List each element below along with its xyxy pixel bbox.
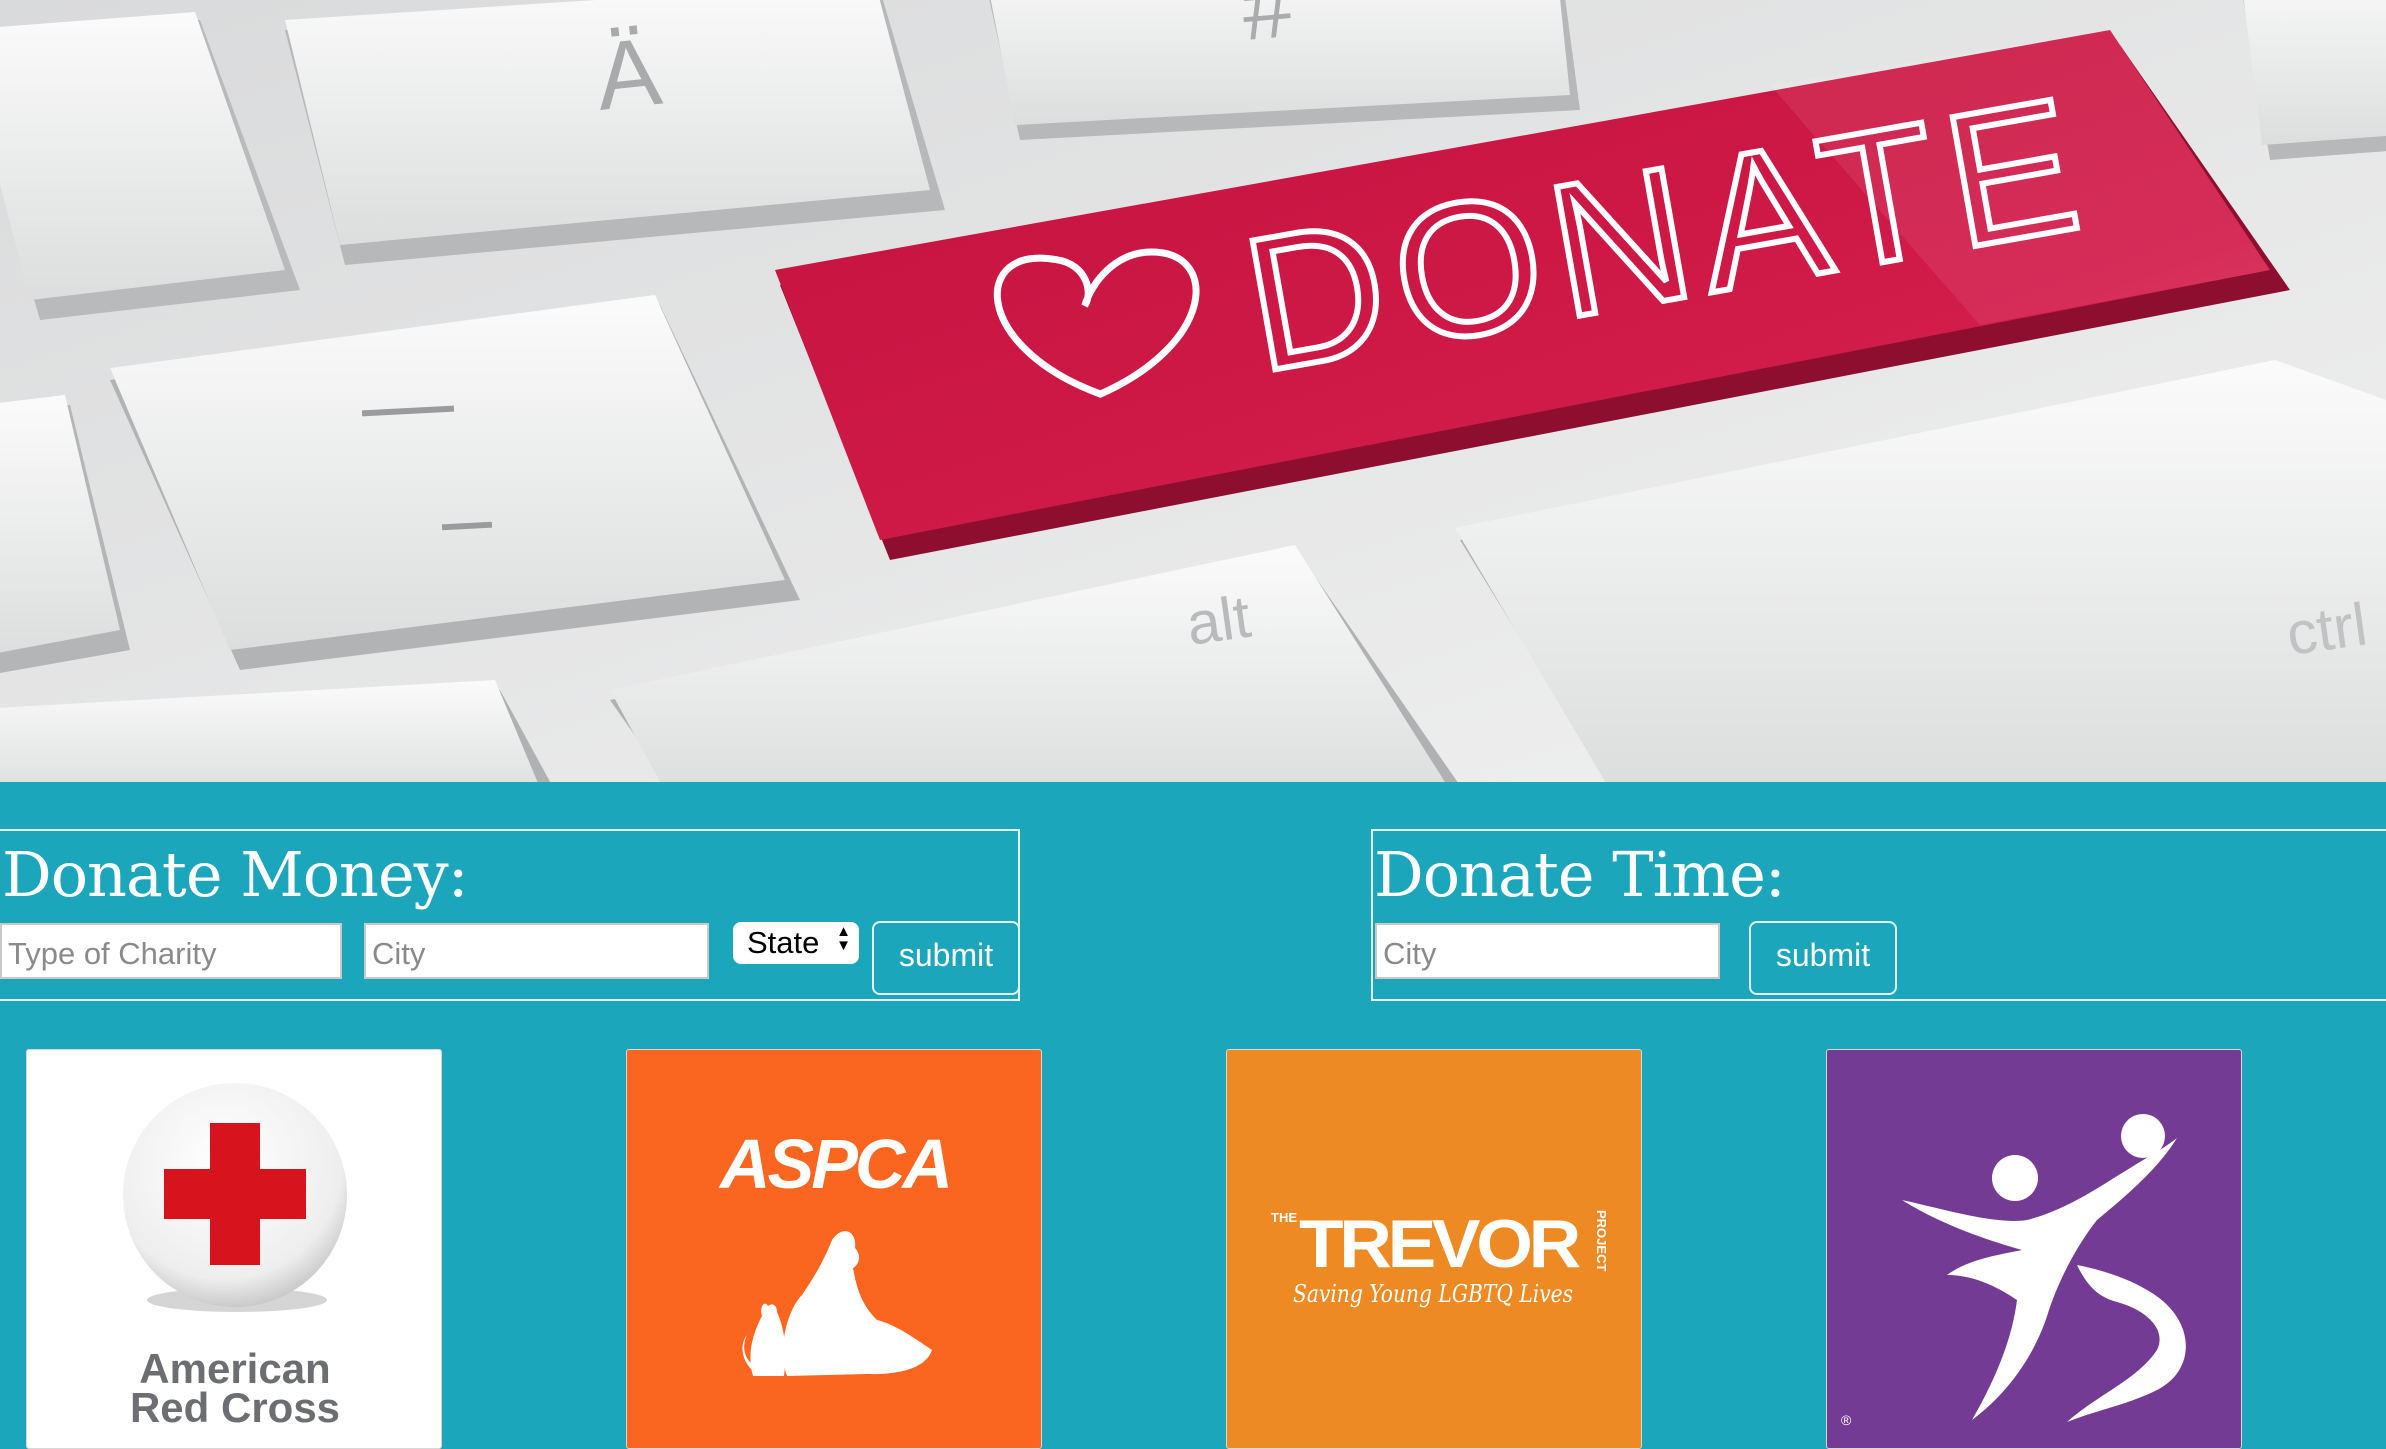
trevor-prefix: THE <box>1271 1210 1297 1225</box>
time-city-input[interactable] <box>1375 923 1720 979</box>
keyboard-photo: Ä # DONATE alt ctrl <box>0 0 2386 782</box>
donate-time-form: Donate Time: submit <box>1371 829 2386 1001</box>
bbbs-registered-mark: ® <box>1841 1412 1852 1428</box>
state-select[interactable]: State ▲ ▼ <box>733 922 859 964</box>
money-submit-button[interactable]: submit <box>872 921 1020 995</box>
trevor-tagline: Saving Young LGBTQ Lives <box>1293 1280 1573 1308</box>
dog-and-cat-icon <box>742 1231 932 1376</box>
money-city-input[interactable] <box>364 923 709 979</box>
key-ctrl-label: ctrl <box>2282 590 2371 667</box>
charity-card-red-cross[interactable]: American Red Cross <box>26 1049 442 1449</box>
charity-card-trevor-project[interactable]: THE TREVOR PROJECT Saving Young LGBTQ Li… <box>1226 1049 1642 1449</box>
charity-type-input[interactable] <box>0 923 342 979</box>
donate-time-heading: Donate Time: <box>1374 838 1786 911</box>
red-cross-line2: Red Cross <box>130 1384 340 1431</box>
select-arrows-icon: ▲ ▼ <box>836 923 851 954</box>
charity-card-big-brothers-big-sisters[interactable]: ® <box>1826 1049 2242 1449</box>
trevor-wordmark: TREVOR <box>1299 1206 1580 1282</box>
donate-money-heading: Donate Money: <box>2 838 469 911</box>
donation-section: Donate Money: State ▲▼ submit Donate Tim… <box>0 782 2386 1449</box>
key-hash-label: # <box>1238 0 1297 60</box>
aspca-wordmark: ASPCA <box>718 1125 950 1203</box>
key-top-right <box>2243 0 2386 160</box>
charity-card-aspca[interactable]: ASPCA <box>626 1049 1042 1449</box>
hero-banner-image: Ä # DONATE alt ctrl <box>0 0 2386 782</box>
key-alt-label: alt <box>1182 583 1254 658</box>
donate-money-form: Donate Money: State ▲▼ submit <box>0 829 1020 1001</box>
key-a-umlaut-label: Ä <box>591 18 666 131</box>
time-submit-button[interactable]: submit <box>1749 921 1897 995</box>
state-select-value: State <box>747 925 820 960</box>
bbbs-figures-icon <box>1902 1114 2186 1422</box>
red-cross-emblem-icon <box>123 1083 347 1312</box>
trevor-side-label: PROJECT <box>1594 1210 1609 1271</box>
